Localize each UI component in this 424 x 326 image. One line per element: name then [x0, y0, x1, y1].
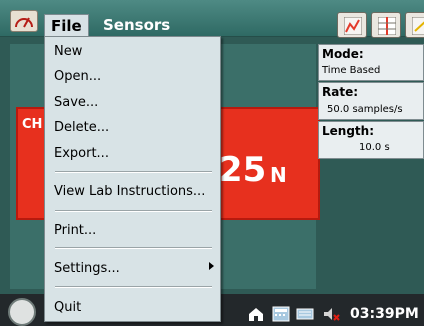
menu-item-delete[interactable]: Delete...: [54, 120, 109, 135]
notes-icon[interactable]: [405, 12, 424, 38]
menu-separator: [55, 247, 212, 249]
graph-icon[interactable]: [337, 12, 367, 38]
sensors-menu-title[interactable]: Sensors: [97, 14, 176, 36]
length-value: 10.0 s: [359, 142, 390, 153]
menubar: File Sensors: [0, 0, 424, 38]
home-icon[interactable]: [247, 306, 265, 322]
main-screen: File Sensors CH .25 N Mode: Time Based R…: [0, 0, 424, 326]
bottom-left-button[interactable]: [8, 298, 36, 326]
mode-card[interactable]: Mode: Time Based: [318, 44, 424, 81]
menu-separator: [55, 286, 212, 288]
app-meter-icon[interactable]: [10, 10, 38, 32]
length-label: Length:: [322, 124, 374, 138]
rate-value: 50.0 samples/s: [327, 104, 403, 115]
menu-item-export[interactable]: Export...: [54, 146, 109, 161]
file-menu-title[interactable]: File: [44, 14, 89, 36]
menu-item-settings[interactable]: Settings...: [54, 261, 120, 276]
collection-info-panel: Mode: Time Based Rate: 50.0 samples/s Le…: [318, 44, 424, 162]
table-icon[interactable]: [371, 12, 401, 38]
menu-item-save[interactable]: Save...: [54, 95, 98, 110]
system-clock: 03:39PM: [350, 306, 419, 322]
submenu-arrow-icon: [209, 262, 214, 270]
meter-channel-label: CH: [22, 117, 43, 132]
file-menu-dropdown: New Open... Save... Delete... Export... …: [44, 36, 221, 322]
rate-label: Rate:: [322, 85, 359, 99]
menu-item-print[interactable]: Print...: [54, 223, 96, 238]
rate-card[interactable]: Rate: 50.0 samples/s: [318, 82, 424, 120]
meter-unit: N: [270, 163, 287, 187]
mode-value: Time Based: [322, 65, 381, 76]
menu-item-new[interactable]: New: [54, 44, 82, 59]
menu-separator: [55, 171, 212, 173]
volume-icon[interactable]: [322, 306, 340, 322]
menu-item-view-lab-instructions[interactable]: View Lab Instructions...: [54, 184, 205, 199]
calculator-icon[interactable]: [272, 306, 290, 322]
length-card[interactable]: Length: 10.0 s: [318, 121, 424, 159]
menu-item-open[interactable]: Open...: [54, 69, 101, 84]
menu-separator: [55, 210, 212, 212]
menu-item-quit[interactable]: Quit: [54, 300, 81, 315]
keyboard-icon[interactable]: [296, 306, 314, 322]
mode-label: Mode:: [322, 47, 364, 61]
